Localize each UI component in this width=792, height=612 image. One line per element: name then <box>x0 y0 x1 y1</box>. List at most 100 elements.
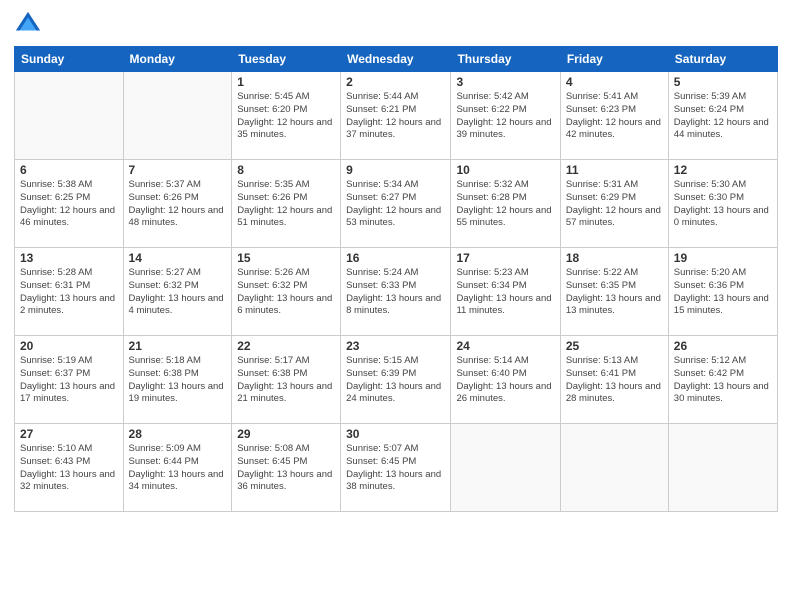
day-info: Sunrise: 5:20 AM Sunset: 6:36 PM Dayligh… <box>674 267 772 318</box>
calendar-cell <box>451 424 560 512</box>
day-info: Sunrise: 5:30 AM Sunset: 6:30 PM Dayligh… <box>674 179 772 230</box>
day-info: Sunrise: 5:07 AM Sunset: 6:45 PM Dayligh… <box>346 443 445 494</box>
day-number: 6 <box>20 163 118 177</box>
day-info: Sunrise: 5:27 AM Sunset: 6:32 PM Dayligh… <box>129 267 227 318</box>
day-info: Sunrise: 5:12 AM Sunset: 6:42 PM Dayligh… <box>674 355 772 406</box>
day-info: Sunrise: 5:31 AM Sunset: 6:29 PM Dayligh… <box>566 179 663 230</box>
day-number: 1 <box>237 75 335 89</box>
day-number: 2 <box>346 75 445 89</box>
calendar-cell: 14 Sunrise: 5:27 AM Sunset: 6:32 PM Dayli… <box>123 248 232 336</box>
day-info: Sunrise: 5:38 AM Sunset: 6:25 PM Dayligh… <box>20 179 118 230</box>
calendar-week-row: 13 Sunrise: 5:28 AM Sunset: 6:31 PM Dayli… <box>15 248 778 336</box>
calendar-cell: 13 Sunrise: 5:28 AM Sunset: 6:31 PM Dayli… <box>15 248 124 336</box>
calendar-cell: 8 Sunrise: 5:35 AM Sunset: 6:26 PM Daylig… <box>232 160 341 248</box>
page: SundayMondayTuesdayWednesdayThursdayFrid… <box>0 0 792 612</box>
calendar-cell: 27 Sunrise: 5:10 AM Sunset: 6:43 PM Dayli… <box>15 424 124 512</box>
day-number: 20 <box>20 339 118 353</box>
day-number: 30 <box>346 427 445 441</box>
day-info: Sunrise: 5:24 AM Sunset: 6:33 PM Dayligh… <box>346 267 445 318</box>
calendar-cell: 11 Sunrise: 5:31 AM Sunset: 6:29 PM Dayli… <box>560 160 668 248</box>
calendar-cell: 9Sunrise: 5:34 AM Sunset: 6:27 PM Daylig… <box>341 160 451 248</box>
day-info: Sunrise: 5:35 AM Sunset: 6:26 PM Dayligh… <box>237 179 335 230</box>
day-info: Sunrise: 5:10 AM Sunset: 6:43 PM Dayligh… <box>20 443 118 494</box>
calendar-cell: 6 Sunrise: 5:38 AM Sunset: 6:25 PM Daylig… <box>15 160 124 248</box>
calendar-cell: 2 Sunrise: 5:44 AM Sunset: 6:21 PM Daylig… <box>341 72 451 160</box>
day-number: 17 <box>456 251 554 265</box>
calendar-cell: 17 Sunrise: 5:23 AM Sunset: 6:34 PM Dayli… <box>451 248 560 336</box>
weekday-header: Thursday <box>451 47 560 72</box>
day-number: 25 <box>566 339 663 353</box>
day-info: Sunrise: 5:23 AM Sunset: 6:34 PM Dayligh… <box>456 267 554 318</box>
day-number: 27 <box>20 427 118 441</box>
day-info: Sunrise: 5:08 AM Sunset: 6:45 PM Dayligh… <box>237 443 335 494</box>
header <box>14 10 778 38</box>
calendar-cell: 19 Sunrise: 5:20 AM Sunset: 6:36 PM Dayli… <box>668 248 777 336</box>
day-info: Sunrise: 5:13 AM Sunset: 6:41 PM Dayligh… <box>566 355 663 406</box>
day-info: Sunrise: 5:41 AM Sunset: 6:23 PM Dayligh… <box>566 91 663 142</box>
weekday-header: Saturday <box>668 47 777 72</box>
calendar-cell: 7 Sunrise: 5:37 AM Sunset: 6:26 PM Daylig… <box>123 160 232 248</box>
day-number: 23 <box>346 339 445 353</box>
calendar-cell: 12 Sunrise: 5:30 AM Sunset: 6:30 PM Dayli… <box>668 160 777 248</box>
day-info: Sunrise: 5:14 AM Sunset: 6:40 PM Dayligh… <box>456 355 554 406</box>
day-number: 26 <box>674 339 772 353</box>
calendar-cell: 26 Sunrise: 5:12 AM Sunset: 6:42 PM Dayli… <box>668 336 777 424</box>
calendar-cell <box>123 72 232 160</box>
calendar-cell <box>668 424 777 512</box>
weekday-header: Sunday <box>15 47 124 72</box>
weekday-header: Wednesday <box>341 47 451 72</box>
day-number: 22 <box>237 339 335 353</box>
logo <box>14 10 45 38</box>
calendar-cell: 23 Sunrise: 5:15 AM Sunset: 6:39 PM Dayli… <box>341 336 451 424</box>
calendar-cell: 18 Sunrise: 5:22 AM Sunset: 6:35 PM Dayli… <box>560 248 668 336</box>
day-number: 21 <box>129 339 227 353</box>
day-number: 29 <box>237 427 335 441</box>
calendar-cell: 16 Sunrise: 5:24 AM Sunset: 6:33 PM Dayli… <box>341 248 451 336</box>
weekday-header: Monday <box>123 47 232 72</box>
day-number: 19 <box>674 251 772 265</box>
calendar-cell <box>560 424 668 512</box>
calendar-cell: 1 Sunrise: 5:45 AM Sunset: 6:20 PM Daylig… <box>232 72 341 160</box>
day-number: 9 <box>346 163 445 177</box>
calendar-cell: 24 Sunrise: 5:14 AM Sunset: 6:40 PM Dayli… <box>451 336 560 424</box>
day-number: 16 <box>346 251 445 265</box>
weekday-header: Friday <box>560 47 668 72</box>
day-number: 11 <box>566 163 663 177</box>
day-number: 10 <box>456 163 554 177</box>
day-info: Sunrise: 5:44 AM Sunset: 6:21 PM Dayligh… <box>346 91 445 142</box>
day-info: Sunrise: 5:26 AM Sunset: 6:32 PM Dayligh… <box>237 267 335 318</box>
logo-icon <box>14 10 42 38</box>
day-number: 28 <box>129 427 227 441</box>
day-info: Sunrise: 5:22 AM Sunset: 6:35 PM Dayligh… <box>566 267 663 318</box>
day-number: 14 <box>129 251 227 265</box>
day-info: Sunrise: 5:19 AM Sunset: 6:37 PM Dayligh… <box>20 355 118 406</box>
day-number: 3 <box>456 75 554 89</box>
day-number: 13 <box>20 251 118 265</box>
day-number: 18 <box>566 251 663 265</box>
day-info: Sunrise: 5:15 AM Sunset: 6:39 PM Dayligh… <box>346 355 445 406</box>
calendar-cell: 25 Sunrise: 5:13 AM Sunset: 6:41 PM Dayli… <box>560 336 668 424</box>
calendar-cell: 28Sunrise: 5:09 AM Sunset: 6:44 PM Dayli… <box>123 424 232 512</box>
calendar-week-row: 1 Sunrise: 5:45 AM Sunset: 6:20 PM Daylig… <box>15 72 778 160</box>
day-number: 8 <box>237 163 335 177</box>
day-info: Sunrise: 5:28 AM Sunset: 6:31 PM Dayligh… <box>20 267 118 318</box>
calendar-cell: 22Sunrise: 5:17 AM Sunset: 6:38 PM Dayli… <box>232 336 341 424</box>
day-number: 7 <box>129 163 227 177</box>
calendar-cell: 21 Sunrise: 5:18 AM Sunset: 6:38 PM Dayli… <box>123 336 232 424</box>
day-number: 24 <box>456 339 554 353</box>
calendar-cell: 3Sunrise: 5:42 AM Sunset: 6:22 PM Daylig… <box>451 72 560 160</box>
calendar-cell: 30 Sunrise: 5:07 AM Sunset: 6:45 PM Dayli… <box>341 424 451 512</box>
calendar-cell <box>15 72 124 160</box>
day-number: 12 <box>674 163 772 177</box>
calendar-cell: 10 Sunrise: 5:32 AM Sunset: 6:28 PM Dayli… <box>451 160 560 248</box>
calendar-cell: 29 Sunrise: 5:08 AM Sunset: 6:45 PM Dayli… <box>232 424 341 512</box>
day-info: Sunrise: 5:45 AM Sunset: 6:20 PM Dayligh… <box>237 91 335 142</box>
calendar-cell: 4Sunrise: 5:41 AM Sunset: 6:23 PM Daylig… <box>560 72 668 160</box>
calendar-header-row: SundayMondayTuesdayWednesdayThursdayFrid… <box>15 47 778 72</box>
calendar: SundayMondayTuesdayWednesdayThursdayFrid… <box>14 46 778 512</box>
day-info: Sunrise: 5:37 AM Sunset: 6:26 PM Dayligh… <box>129 179 227 230</box>
weekday-header: Tuesday <box>232 47 341 72</box>
day-info: Sunrise: 5:32 AM Sunset: 6:28 PM Dayligh… <box>456 179 554 230</box>
calendar-week-row: 27 Sunrise: 5:10 AM Sunset: 6:43 PM Dayli… <box>15 424 778 512</box>
day-info: Sunrise: 5:18 AM Sunset: 6:38 PM Dayligh… <box>129 355 227 406</box>
